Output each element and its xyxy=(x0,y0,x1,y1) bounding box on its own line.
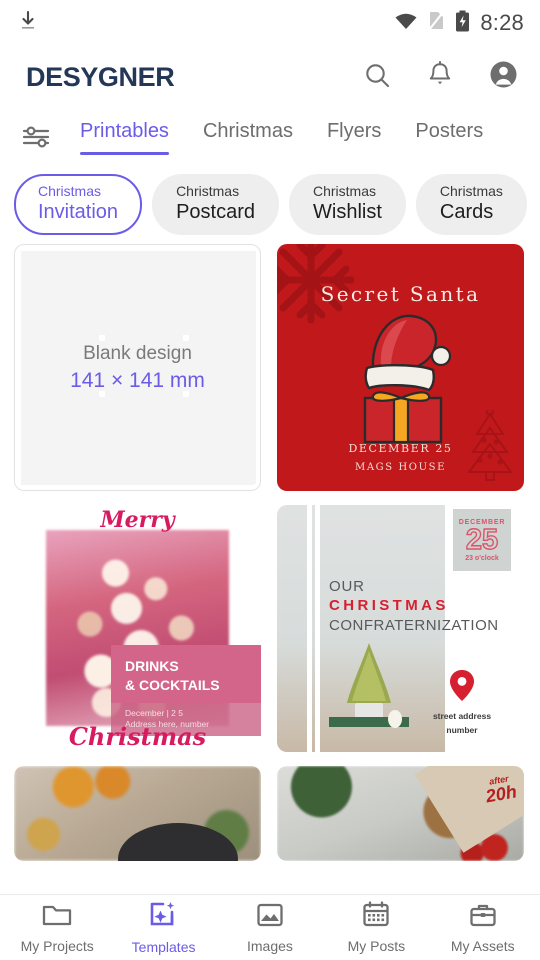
calendar-icon xyxy=(362,901,390,933)
account-avatar-icon[interactable] xyxy=(489,60,518,94)
status-bar-time: 8:28 xyxy=(480,10,524,35)
nav-label: My Assets xyxy=(450,937,515,954)
tab-christmas[interactable]: Christmas xyxy=(203,108,293,143)
christmas-tree-icon xyxy=(462,408,518,487)
drinks-line-1: DRINKS xyxy=(125,658,179,674)
chip-christmas-invitation[interactable]: Christmas Invitation xyxy=(14,173,143,235)
template-grid: Blank design 141 × 141 mm Secret Santa D… xyxy=(0,236,540,752)
chip-top-label: Christmas xyxy=(176,182,240,199)
drinks-line-2: & COCKTAILS xyxy=(125,677,220,693)
template-card-confraternization[interactable]: DECEMBER 25 23 o'clock OUR CHRISTMAS CON… xyxy=(277,505,524,752)
chip-top-label: Christmas xyxy=(439,182,503,199)
status-bar: 8:28 xyxy=(0,0,540,46)
category-tabs: Printables Christmas Flyers Posters xyxy=(0,108,540,172)
santa-hat-gift-illustration xyxy=(341,306,461,451)
nav-label: My Posts xyxy=(347,938,406,954)
badge-time: 23 o'clock xyxy=(465,554,499,562)
chip-main-label: Invitation xyxy=(38,200,119,223)
nav-item-my-projects[interactable]: My Projects xyxy=(5,902,109,954)
blank-design-title: Blank design xyxy=(83,342,192,364)
blank-design-size: 141 × 141 mm xyxy=(70,368,205,392)
nav-label: Templates xyxy=(131,938,196,955)
chip-christmas-postcard[interactable]: Christmas Postcard xyxy=(152,173,279,235)
nav-item-my-posts[interactable]: My Posts xyxy=(324,901,428,954)
template-grid-row-2: after 20h xyxy=(0,752,540,861)
chip-main-label: Wishlist xyxy=(313,200,382,223)
chip-christmas-cards[interactable]: Christmas Cards xyxy=(415,173,527,235)
template-sparkle-icon xyxy=(149,901,179,934)
merry-top-word: Merry xyxy=(100,507,175,533)
bell-icon[interactable] xyxy=(427,60,453,94)
template-card-christmas-food[interactable] xyxy=(14,766,261,861)
headline-line-1: OUR xyxy=(329,578,365,595)
template-card-merry-christmas[interactable]: Merry DRINKS & COCKTAILS December | 2 5 … xyxy=(14,505,261,752)
chip-main-label: Postcard xyxy=(176,200,255,223)
briefcase-icon xyxy=(469,902,497,933)
template-card-secret-santa[interactable]: Secret Santa DECEMBER 25 MAGS HOUSE xyxy=(277,244,524,491)
after-20h-label: after 20h xyxy=(483,774,518,807)
nav-item-templates[interactable]: Templates xyxy=(112,901,216,955)
app-logo: DESYGNER xyxy=(26,61,175,92)
tab-flyers[interactable]: Flyers xyxy=(327,108,381,143)
drinks-detail-date: December | 2 5 xyxy=(125,708,183,718)
tab-printables[interactable]: Printables xyxy=(80,108,169,155)
address-block: street address number xyxy=(416,669,508,736)
chip-main-label: Cards xyxy=(439,200,494,223)
event-date-badge: DECEMBER 25 23 o'clock xyxy=(453,509,511,571)
chip-top-label: Christmas xyxy=(313,182,377,199)
address-line-1: street address xyxy=(432,711,492,721)
search-icon[interactable] xyxy=(363,61,391,94)
secret-santa-title: Secret Santa xyxy=(320,282,481,306)
bottom-navigation: My Projects Templates Images My Posts My… xyxy=(0,894,540,960)
app-header: DESYGNER xyxy=(0,46,540,108)
drinks-band: DRINKS & COCKTAILS xyxy=(111,645,261,703)
potted-tree-photo-element xyxy=(329,639,409,736)
map-pin-icon xyxy=(448,670,476,707)
merry-bottom-word: Christmas xyxy=(68,722,207,751)
template-card-blank-design[interactable]: Blank design 141 × 141 mm xyxy=(14,244,261,491)
confraternization-headline: OUR CHRISTMAS CONFRATERNIZATION xyxy=(329,577,499,635)
subcategory-chips: Christmas Invitation Christmas Postcard … xyxy=(0,172,540,236)
tab-posters[interactable]: Posters xyxy=(415,108,483,143)
template-card-after-20h[interactable]: after 20h xyxy=(277,766,524,861)
headline-line-3: CONFRATERNIZATION xyxy=(329,617,499,634)
wifi-icon xyxy=(394,12,418,35)
download-icon xyxy=(18,10,38,37)
filter-sliders-icon[interactable] xyxy=(22,118,62,155)
battery-charging-icon xyxy=(455,10,470,37)
folder-icon xyxy=(42,902,72,933)
image-icon xyxy=(256,902,284,933)
sim-off-icon xyxy=(428,10,446,36)
nav-label: Images xyxy=(247,937,293,954)
chip-top-label: Christmas xyxy=(38,182,102,199)
nav-item-images[interactable]: Images xyxy=(218,902,322,954)
badge-day: 25 xyxy=(465,523,499,556)
headline-line-2: CHRISTMAS xyxy=(329,597,449,614)
chip-christmas-wishlist[interactable]: Christmas Wishlist xyxy=(289,173,406,235)
address-line-2: number xyxy=(446,725,478,735)
nav-item-my-assets[interactable]: My Assets xyxy=(431,902,535,954)
nav-label: My Projects xyxy=(20,937,94,954)
